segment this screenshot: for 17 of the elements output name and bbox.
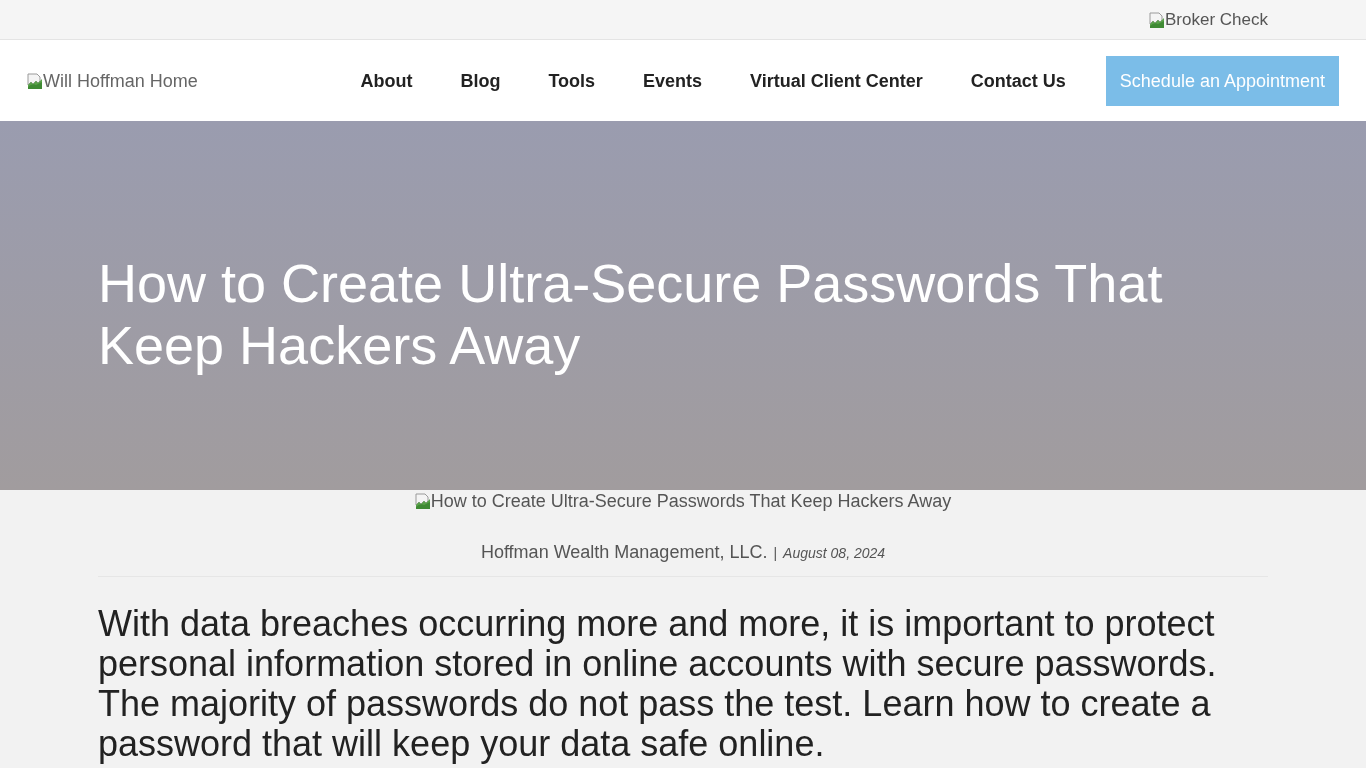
logo-link[interactable]: Will Hoffman Home [27, 71, 198, 90]
broken-image-icon [27, 72, 43, 89]
nav-link[interactable]: Contact Us [946, 71, 1090, 90]
nav-link[interactable]: Events [619, 71, 727, 90]
post-date: August 08, 2024 [783, 544, 886, 563]
nav-link[interactable]: About [336, 71, 437, 90]
nav-link[interactable]: Tools [524, 71, 620, 90]
article-intro: With data breaches occurring more and more, it is important to protect personal information stored in online accounts with secure passwords. The majority of passwords do not pass the test. Learn how to create a password that will keep your data safe online. [98, 604, 1218, 764]
broken-image-icon [414, 493, 431, 509]
nav-link[interactable]: Blog [436, 71, 525, 90]
author-name: Hoffman Wealth Management, LLC. [480, 542, 768, 562]
image-alt-text: How to Create Ultra-Secure Passwords That Keep Hackers Away [430, 491, 952, 511]
byline-separator: | [773, 544, 778, 563]
broker-check-link[interactable]: Broker Check [1149, 11, 1268, 28]
broken-image-icon [1149, 11, 1165, 28]
nav-link[interactable]: Virtual Client Center [726, 71, 947, 90]
hero-title: How to Create Ultra-Secure Passwords That Keep Hackers Away [98, 252, 1164, 376]
